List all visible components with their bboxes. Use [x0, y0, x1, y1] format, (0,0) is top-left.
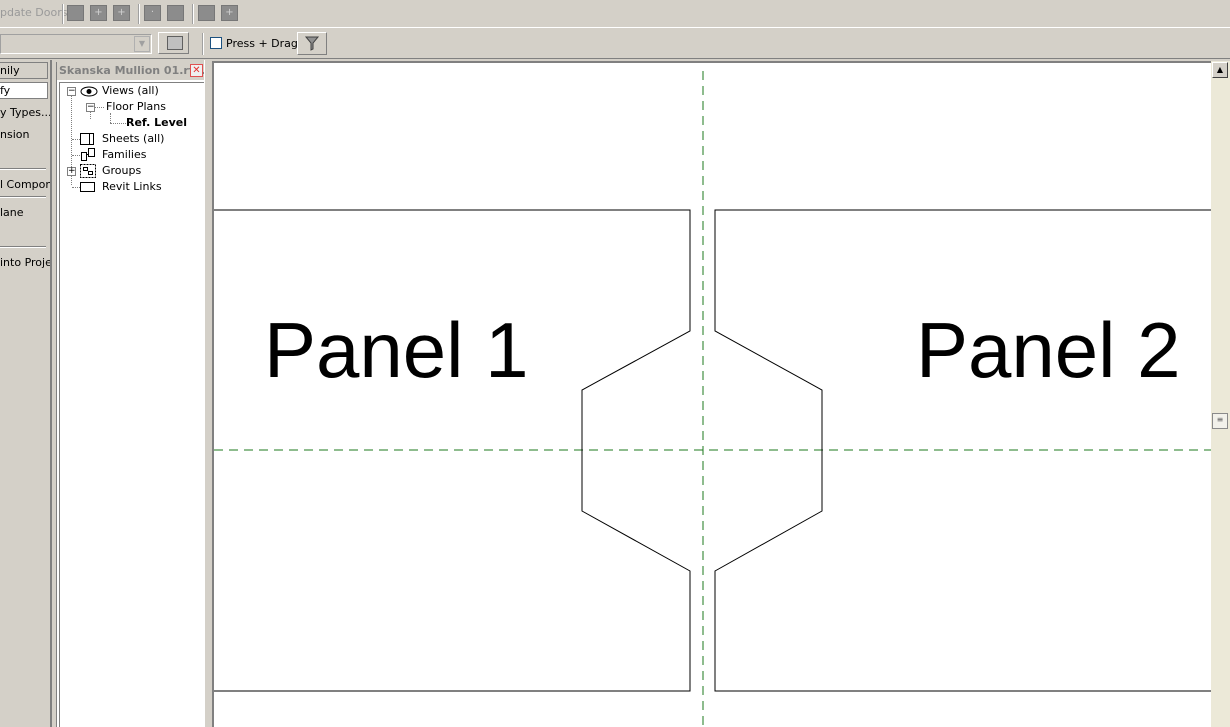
- project-browser-tree: − Views (all) − Floor Plans Ref. Level S…: [59, 82, 204, 727]
- toolbar-tool-icon[interactable]: [67, 5, 84, 21]
- project-browser: Skanska Mullion 01.rf... ✕ − Views (all)…: [56, 62, 204, 727]
- properties-icon: [167, 36, 183, 50]
- toolbar-separator: [138, 4, 140, 24]
- tree-line: [90, 111, 91, 119]
- filter-icon: [304, 36, 320, 51]
- press-drag-label: Press + Drag: [226, 37, 298, 50]
- options-bar: ▼ Press + Drag: [0, 29, 1230, 59]
- tree-line: [72, 139, 80, 140]
- design-bar-item[interactable]: into Projec: [0, 256, 50, 269]
- toolbar-tool-icon[interactable]: +: [113, 5, 130, 21]
- tree-item-revit-links[interactable]: Revit Links: [102, 179, 162, 195]
- design-bar-tab[interactable]: nily: [0, 62, 48, 79]
- collapse-icon[interactable]: −: [86, 103, 95, 112]
- tree-item-sheets[interactable]: Sheets (all): [102, 131, 164, 147]
- design-bar: nily fy y Types... nsion l Compone lane …: [0, 60, 52, 727]
- splitter[interactable]: [204, 60, 212, 727]
- family-icon: [81, 148, 95, 161]
- eye-icon: [80, 86, 98, 97]
- panel-1-label: Panel 1: [264, 306, 529, 394]
- toolbar-separator: [62, 4, 64, 24]
- filter-button[interactable]: [297, 32, 327, 55]
- design-bar-item[interactable]: y Types...: [0, 106, 50, 119]
- sheet-icon: [80, 133, 94, 145]
- toolbar-tool-icon[interactable]: +: [221, 5, 238, 21]
- scrollbar-thumb[interactable]: ≡: [1212, 413, 1228, 429]
- design-bar-item[interactable]: nsion: [0, 128, 29, 141]
- chevron-down-icon[interactable]: ▼: [134, 36, 150, 52]
- tree-item-floor-plans[interactable]: Floor Plans: [106, 99, 166, 115]
- close-icon[interactable]: ✕: [190, 64, 203, 77]
- tree-line: [110, 123, 126, 124]
- design-bar-tab[interactable]: fy: [0, 82, 48, 99]
- type-selector-dropdown[interactable]: ▼: [0, 34, 152, 54]
- group-icon: [80, 164, 96, 178]
- panel-1-outline: [214, 209, 691, 692]
- tree-line: [72, 155, 80, 156]
- toolbar-tool-icon[interactable]: [198, 5, 215, 21]
- tree-item-families[interactable]: Families: [102, 147, 146, 163]
- toolbar-tool-icon[interactable]: +: [90, 5, 107, 21]
- toolbar-separator: [192, 4, 194, 24]
- update-doors-button[interactable]: pdate Doors: [0, 6, 67, 19]
- panel-2-label: Panel 2: [916, 306, 1181, 394]
- collapse-icon[interactable]: −: [67, 87, 76, 96]
- tree-item-groups[interactable]: Groups: [102, 163, 141, 179]
- press-drag-checkbox[interactable]: [210, 37, 222, 49]
- tree-line: [72, 187, 80, 188]
- drawing-canvas[interactable]: Panel 1 Panel 2: [212, 61, 1212, 727]
- expand-icon[interactable]: +: [67, 167, 76, 176]
- link-icon: [80, 182, 95, 192]
- tree-item-ref-level[interactable]: Ref. Level: [126, 115, 187, 131]
- design-bar-item[interactable]: l Compone: [0, 178, 50, 191]
- toolbar-tool-icon[interactable]: ·: [144, 5, 161, 21]
- design-bar-separator: [0, 168, 46, 170]
- toolbar-separator: [202, 33, 204, 55]
- tree-item-views[interactable]: Views (all): [102, 83, 159, 99]
- drawing-area: [214, 71, 1212, 727]
- design-bar-separator: [0, 246, 46, 248]
- properties-button[interactable]: [158, 32, 189, 54]
- toolbar-tool-icon[interactable]: [167, 5, 184, 21]
- vertical-scrollbar[interactable]: ▲ ≡: [1211, 61, 1230, 727]
- design-bar-separator: [0, 196, 46, 198]
- main-toolbar: pdate Doors + + · +: [0, 0, 1230, 28]
- design-bar-item[interactable]: lane: [0, 206, 24, 219]
- scroll-up-button[interactable]: ▲: [1212, 62, 1228, 78]
- project-browser-title: Skanska Mullion 01.rf... ✕: [57, 62, 204, 80]
